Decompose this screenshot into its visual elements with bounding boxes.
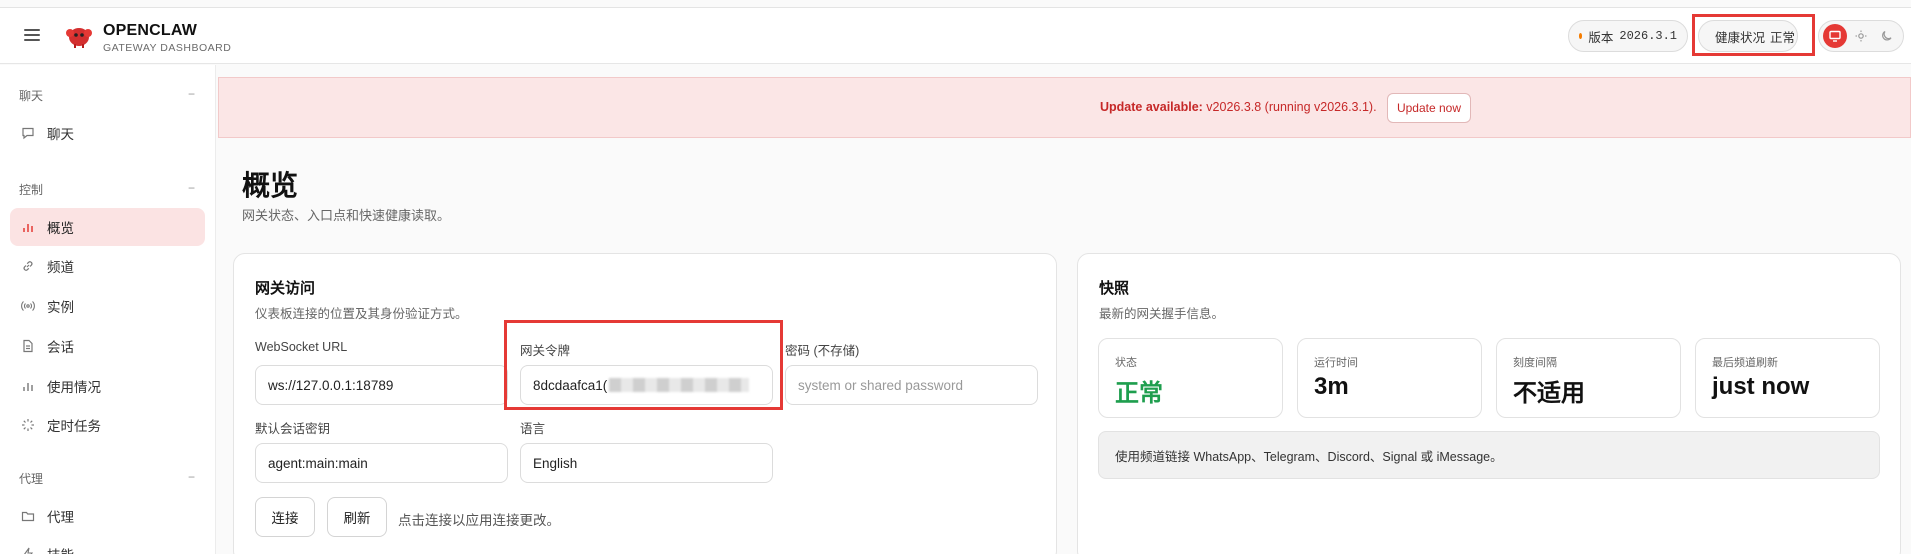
sidebar-item-label: 频道 [47,260,74,275]
sidebar-item-label: 概览 [47,221,74,236]
broadcast-icon [20,298,36,314]
update-now-button[interactable]: Update now [1387,93,1471,123]
stat-uptime: 运行时间 3m [1297,338,1482,418]
language-label: 语言 [520,422,546,436]
openclaw-logo [66,28,92,48]
stat-value: 正常 [1115,380,1163,407]
connect-button[interactable]: 连接 [255,497,315,537]
usage-chart-icon [20,378,36,394]
stat-label: 最后频道刷新 [1712,357,1778,369]
folder-icon [20,508,36,524]
stat-value: just now [1712,373,1810,400]
update-banner: Update available: v2026.3.8 (running v20… [218,77,1911,138]
language-select[interactable]: English [520,443,773,483]
version-badge: 版本 2026.3.1 [1568,20,1688,52]
stat-label: 状态 [1115,357,1137,369]
token-highlight-box [504,320,783,410]
websocket-url-label: WebSocket URL [255,340,348,354]
update-banner-bold: Update available: [1100,100,1203,114]
sidebar-item-overview[interactable]: 概览 [10,208,205,246]
health-highlight-box [1692,14,1815,56]
stat-last-channel-refresh: 最后频道刷新 just now [1695,338,1880,418]
stat-value: 3m [1314,373,1349,400]
page-title: 概览 [242,170,299,201]
system-monitor-icon[interactable] [1823,24,1847,48]
page-subtitle: 网关状态、入口点和快速健康读取。 [242,208,451,223]
sidebar-item-label: 实例 [47,300,74,315]
sidebar-item-agents[interactable]: 代理 [10,497,205,535]
link-icon [20,258,36,274]
sidebar-section-agents: 代理 [19,472,44,486]
snapshot-title: 快照 [1099,280,1130,297]
gateway-access-title: 网关访问 [255,280,316,297]
sidebar-item-cron[interactable]: 定时任务 [10,406,205,444]
sidebar-item-label: 技能 [47,544,74,554]
sidebar-section-control: 控制 [19,183,44,197]
version-label: 版本 [1588,30,1614,45]
brand-subtitle: GATEWAY DASHBOARD [103,42,232,54]
stat-tick-interval: 刻度间隔 不适用 [1496,338,1681,418]
sidebar-item-label: 代理 [47,510,74,525]
sidebar-section-chat: 聊天 [19,89,44,103]
bolt-icon [20,546,36,554]
loader-icon [20,417,36,433]
sidebar-item-sessions[interactable]: 会话 [10,327,205,365]
update-banner-text: Update available: v2026.3.8 (running v20… [1100,100,1377,114]
stat-value: 不适用 [1513,380,1585,407]
sidebar-item-instances[interactable]: 实例 [10,287,205,325]
sidebar: 聊天 − 聊天 控制 − 概览 频道 实例 会话 使用情况 定时任务 代理 − … [0,65,216,554]
document-icon [20,338,36,354]
snapshot-subtitle: 最新的网关握手信息。 [1099,307,1225,321]
gateway-access-subtitle: 仪表板连接的位置及其身份验证方式。 [255,307,468,321]
sidebar-item-chat[interactable]: 聊天 [10,114,205,152]
menu-icon[interactable] [24,28,42,42]
password-input[interactable]: system or shared password [785,365,1038,405]
moon-icon[interactable] [1875,24,1899,48]
websocket-url-input[interactable]: ws://127.0.0.1:18789 [255,365,508,405]
channel-info-box: 使用频道链接 WhatsApp、Telegram、Discord、Signal … [1098,431,1880,479]
collapse-icon[interactable]: − [188,181,195,195]
chat-bubble-icon [20,125,36,141]
version-value: 2026.3.1 [1619,29,1677,43]
sun-icon[interactable] [1849,24,1873,48]
bar-chart-icon [20,219,36,235]
session-key-label: 默认会话密钥 [255,422,331,436]
sidebar-item-label: 使用情况 [47,380,101,395]
collapse-icon[interactable]: − [188,470,195,484]
sidebar-item-label: 会话 [47,340,74,355]
refresh-button[interactable]: 刷新 [327,497,387,537]
password-label: 密码 (不存储) [785,344,860,358]
update-banner-version: v2026.3.8 (running v2026.3.1). [1202,100,1377,114]
brand-title: OPENCLAW [103,22,198,39]
sidebar-item-usage[interactable]: 使用情况 [10,367,205,405]
sidebar-item-channels[interactable]: 频道 [10,247,205,285]
stat-label: 刻度间隔 [1513,357,1557,369]
stat-status: 状态 正常 [1098,338,1283,418]
version-status-dot [1579,33,1583,39]
top-bar: OPENCLAW GATEWAY DASHBOARD 版本 2026.3.1 健… [0,7,1911,64]
stat-label: 运行时间 [1314,357,1358,369]
sidebar-item-label: 聊天 [47,127,74,142]
theme-switcher [1818,20,1904,52]
sidebar-item-skills[interactable]: 技能 [10,535,205,554]
sidebar-item-label: 定时任务 [47,419,101,434]
session-key-input[interactable]: agent:main:main [255,443,508,483]
connect-hint: 点击连接以应用连接更改。 [398,513,560,528]
collapse-icon[interactable]: − [188,87,195,101]
